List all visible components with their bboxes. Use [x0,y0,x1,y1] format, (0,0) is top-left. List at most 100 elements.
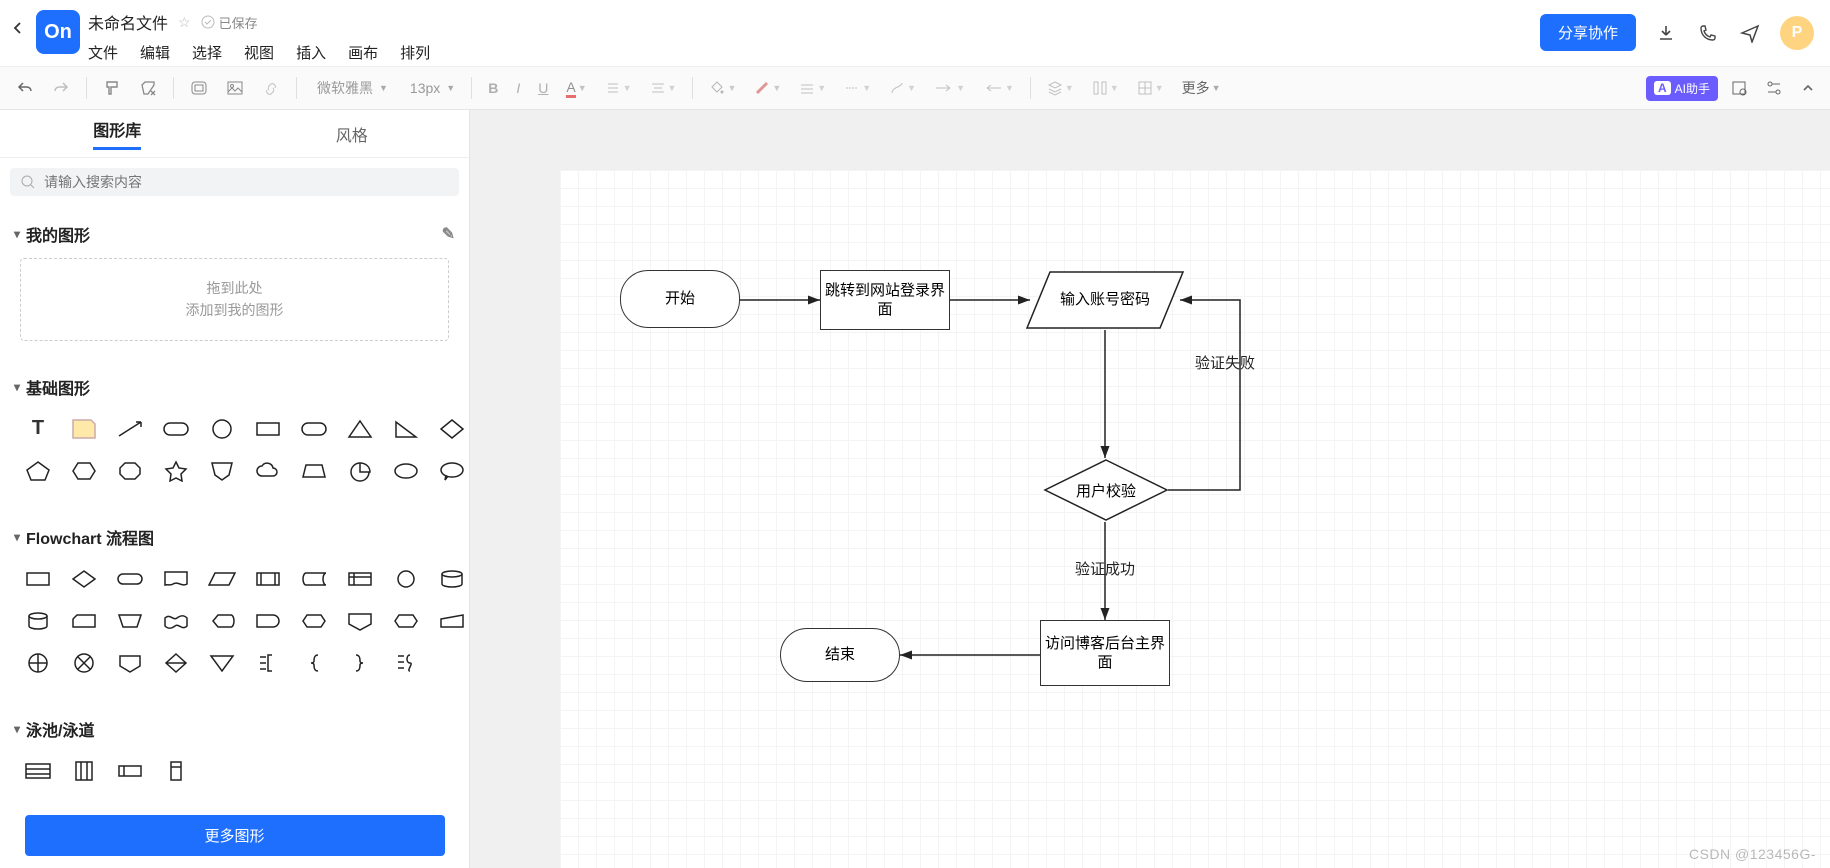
italic-button[interactable]: I [510,76,526,100]
font-color-button[interactable]: A▼ [560,75,592,102]
back-button[interactable] [8,18,28,38]
section-basic-shapes[interactable]: ▾基础图形 [14,367,455,407]
settings-icon[interactable] [1762,76,1786,100]
find-icon[interactable] [1728,76,1752,100]
tab-shapes[interactable]: 图形库 [0,110,235,157]
my-shapes-dropzone[interactable]: 拖到此处 添加到我的图形 [20,258,449,341]
menu-canvas[interactable]: 画布 [348,42,378,63]
shape-rect[interactable] [250,413,286,445]
shape-pentagon[interactable] [20,455,56,487]
menu-view[interactable]: 视图 [244,42,274,63]
shape-note[interactable] [66,413,102,445]
menu-select[interactable]: 选择 [192,42,222,63]
shape-star[interactable] [158,455,194,487]
section-flowchart[interactable]: ▾Flowchart 流程图 [14,517,455,557]
shape-diamond[interactable] [434,413,469,445]
image-icon[interactable] [220,75,250,101]
arrow-end-button[interactable]: ▼ [977,78,1020,98]
shape-hexagon[interactable] [66,455,102,487]
section-my-shapes[interactable]: ▾ 我的图形 ✎ [14,214,455,254]
flow-node-jump[interactable]: 跳转到网站登录界面 [820,270,950,330]
underline-button[interactable]: U [532,76,554,100]
clear-format-icon[interactable] [133,75,163,101]
shape-octagon[interactable] [112,455,148,487]
fc-database[interactable] [434,563,469,595]
fc-card[interactable] [66,605,102,637]
shape-rounded-rect[interactable] [158,413,194,445]
canvas-area[interactable]: 开始 跳转到网站登录界面 输入账号密码 用户校验 验证失败 验证成功 访问博客后… [470,110,1830,868]
font-size-select[interactable]: 13px▼ [400,76,461,100]
fc-merge[interactable] [204,647,240,679]
shape-arrow-line[interactable] [112,413,148,445]
flow-node-check[interactable]: 用户校验 [1043,458,1169,522]
fc-sum[interactable] [20,647,56,679]
menu-arrange[interactable]: 排列 [400,42,430,63]
shape-triangle[interactable] [342,413,378,445]
shape-right-triangle[interactable] [388,413,424,445]
fc-data[interactable] [204,563,240,595]
fc-document[interactable] [158,563,194,595]
send-icon[interactable] [1738,21,1762,45]
lane-h[interactable] [20,755,56,787]
fc-brace-left[interactable] [296,647,332,679]
shape-circle[interactable] [204,413,240,445]
shape-search[interactable] [10,168,459,196]
shape-cloud[interactable] [250,455,286,487]
container-icon[interactable] [184,75,214,101]
shape-speech[interactable] [434,455,469,487]
layers-button[interactable]: ▼ [1041,76,1080,100]
line-style-button[interactable]: ▼ [838,76,877,100]
fc-manual-input[interactable] [434,605,469,637]
font-family-select[interactable]: 微软雅黑▼ [307,74,394,102]
search-input[interactable] [44,174,449,190]
fc-process[interactable] [20,563,56,595]
flow-node-input[interactable]: 输入账号密码 [1025,270,1185,330]
flow-node-start[interactable]: 开始 [620,270,740,328]
shape-pill[interactable] [296,413,332,445]
fc-predefined[interactable] [250,563,286,595]
distribute-button[interactable]: ▼ [1086,76,1125,100]
fc-or[interactable] [66,647,102,679]
fc-sort[interactable] [158,647,194,679]
user-avatar[interactable]: P [1780,16,1814,50]
undo-button[interactable] [10,75,40,101]
fc-display[interactable] [204,605,240,637]
fc-delay[interactable] [250,605,286,637]
fc-prep[interactable] [388,605,424,637]
fc-internal[interactable] [342,563,378,595]
section-swimlane[interactable]: ▾泳池/泳道 [14,709,455,749]
fc-stored[interactable] [296,563,332,595]
download-icon[interactable] [1654,21,1678,45]
fc-manual-op[interactable] [112,605,148,637]
group-button[interactable]: ▼ [1131,76,1170,100]
shape-trapezoid[interactable] [296,455,332,487]
redo-button[interactable] [46,75,76,101]
shape-ellipse[interactable] [388,455,424,487]
toolbar-more[interactable]: 更多 ▼ [1176,74,1227,102]
align-button[interactable]: ▼ [644,76,683,100]
fill-color-button[interactable]: ▼ [703,76,742,100]
fc-loop[interactable] [296,605,332,637]
ai-assistant-button[interactable]: AAI助手 [1646,76,1718,101]
drawing-canvas[interactable]: 开始 跳转到网站登录界面 输入账号密码 用户校验 验证失败 验证成功 访问博客后… [560,170,1830,868]
connector-button[interactable]: ▼ [883,76,922,100]
fc-connector[interactable] [388,563,424,595]
tab-style[interactable]: 风格 [235,110,470,157]
lane-single-v[interactable] [158,755,194,787]
format-painter-icon[interactable] [97,75,127,101]
fc-offpage2[interactable] [112,647,148,679]
stroke-width-button[interactable]: ▼ [793,76,832,100]
phone-icon[interactable] [1696,21,1720,45]
link-icon[interactable] [256,75,286,101]
fc-offpage[interactable] [342,605,378,637]
fc-tape[interactable] [158,605,194,637]
expand-panel-icon[interactable] [1796,76,1820,100]
shape-shield[interactable] [204,455,240,487]
line-height-button[interactable]: ▼ [599,76,638,100]
fc-brace-right[interactable] [342,647,378,679]
more-shapes-button[interactable]: 更多图形 [25,815,445,856]
fc-annotation[interactable] [250,647,286,679]
document-title[interactable]: 未命名文件 [88,10,168,34]
share-button[interactable]: 分享协作 [1540,14,1636,51]
fc-decision[interactable] [66,563,102,595]
